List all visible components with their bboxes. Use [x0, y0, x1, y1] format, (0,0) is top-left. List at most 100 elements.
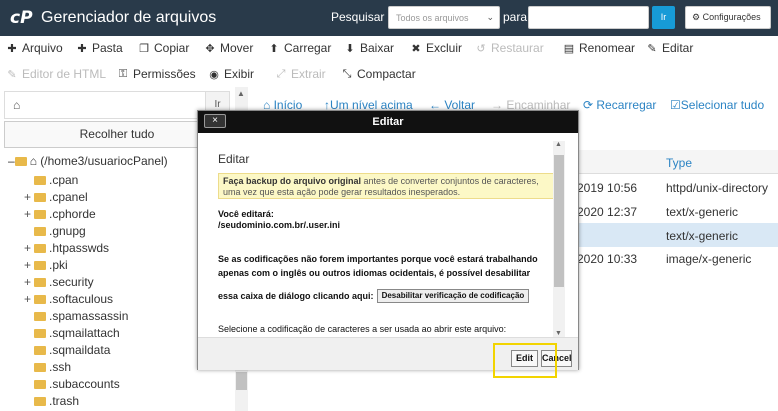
dialog-body: Editar Faça backup do arquivo original a… — [206, 141, 566, 337]
row-type: httpd/unix-directory — [666, 181, 769, 195]
tree-folder[interactable]: + .htpasswds — [24, 240, 109, 256]
highlight-annotation — [493, 343, 557, 378]
scroll-up-icon[interactable]: ▲ — [237, 89, 245, 98]
tree-folder[interactable]: + .pki — [24, 257, 68, 273]
tree-root[interactable]: – ⌂ (/home3/usuariocPanel) — [8, 154, 168, 168]
warning-bold: Faça backup do arquivo original — [223, 176, 362, 186]
gear-icon: ⚙ — [692, 12, 703, 22]
tree-root-label: (/home3/usuariocPanel) — [40, 154, 168, 168]
refresh-icon: ⟳ — [583, 98, 597, 112]
search-input[interactable] — [528, 6, 649, 29]
settings-label: Configurações — [702, 12, 761, 22]
plus-icon: ✚ — [77, 42, 87, 55]
extract-button[interactable]: ⤢ Extrair — [274, 64, 326, 84]
new-folder-button[interactable]: ✚ Pasta — [75, 38, 122, 58]
row-date: 2019 10:56 — [577, 181, 638, 195]
row-date: 2020 12:37 — [577, 205, 638, 219]
download-icon: ⬇ — [345, 42, 355, 55]
edit-dialog: Editar × Editar Faça backup do arquivo o… — [197, 110, 579, 370]
html-editor-button[interactable]: ✎ Editor de HTML — [5, 64, 106, 84]
tree-folder[interactable]: .spamassassin — [34, 308, 128, 324]
restore-button[interactable]: ↺ Restaurar — [474, 38, 543, 58]
minus-icon: – — [8, 154, 15, 168]
tree-folder[interactable]: + .cphorde — [24, 206, 96, 222]
info-line-3: essa caixa de diálogo clicando aqui: Desa… — [218, 289, 530, 303]
folder-icon — [34, 227, 46, 236]
tree-folder[interactable]: + .softaculous — [24, 291, 113, 307]
permissions-button[interactable]: ⚿ Permissões — [116, 64, 196, 84]
tree-folder[interactable]: .ssh — [34, 359, 71, 375]
nav-reload[interactable]: ⟳ Recarregar — [583, 98, 656, 112]
plus-icon: ✚ — [7, 42, 17, 55]
expand-icon: ⤢ — [276, 67, 286, 80]
folder-icon — [34, 346, 46, 355]
new-file-button[interactable]: ✚ Arquivo — [5, 38, 62, 58]
tree-folder[interactable]: .sqmailattach — [34, 325, 120, 341]
plus-icon[interactable]: + — [24, 206, 34, 222]
move-icon: ✥ — [205, 42, 215, 55]
disable-encoding-check-button[interactable]: Desabilitar verificação de codificação — [376, 289, 530, 303]
top-bar: cP Gerenciador de arquivos Pesquisar Tod… — [0, 0, 778, 36]
scrollbar-thumb[interactable] — [236, 372, 247, 390]
cpanel-logo-icon: cP — [10, 8, 33, 28]
tree-folder[interactable]: + .security — [24, 274, 94, 290]
warning-box: Faça backup do arquivo original antes de… — [218, 173, 554, 199]
tree-folder[interactable]: .subaccounts — [34, 376, 120, 392]
editing-path: /seudominio.com.br/.user.ini — [218, 220, 341, 230]
scroll-down-icon[interactable]: ▼ — [555, 330, 562, 337]
folder-icon — [34, 278, 46, 287]
move-button[interactable]: ✥ Mover — [203, 38, 253, 58]
delete-button[interactable]: ✖ Excluir — [409, 38, 462, 58]
folder-icon — [34, 244, 46, 253]
tree-folder[interactable]: .sqmaildata — [34, 342, 110, 358]
tree-folder[interactable]: + .cpanel — [24, 189, 88, 205]
download-button[interactable]: ⬇ Baixar — [343, 38, 394, 58]
copy-button[interactable]: ❐ Copiar — [137, 38, 189, 58]
plus-icon[interactable]: + — [24, 274, 34, 290]
tree-folder[interactable]: .gnupg — [34, 223, 86, 239]
compress-button[interactable]: ⤡ Compactar — [340, 64, 416, 84]
tree-folder[interactable]: .trash — [34, 393, 79, 409]
dialog-header: Editar — [198, 111, 578, 133]
upload-icon: ⬆ — [269, 42, 279, 55]
view-button[interactable]: ◉ Exibir — [207, 64, 254, 84]
type-column-header[interactable]: Type — [666, 156, 692, 170]
folder-icon — [14, 157, 27, 166]
scrollbar-thumb[interactable] — [554, 155, 564, 287]
app-title: Gerenciador de arquivos — [41, 9, 217, 26]
undo-icon: ↺ — [476, 42, 486, 55]
plus-icon[interactable]: + — [24, 291, 34, 307]
folder-icon — [34, 261, 46, 270]
plus-icon[interactable]: + — [24, 257, 34, 273]
home-icon: ⌂ — [13, 98, 21, 112]
folder-icon — [34, 312, 46, 321]
search-scope-value: Todos os arquivos — [396, 13, 469, 23]
rename-button[interactable]: ▤ Renomear — [562, 38, 635, 58]
dialog-close-button[interactable]: × — [204, 114, 226, 128]
checkbox-icon: ☑ — [670, 98, 681, 112]
home-icon: ⌂ — [29, 154, 37, 168]
scroll-up-icon[interactable]: ▲ — [555, 141, 562, 148]
plus-icon[interactable]: + — [24, 189, 34, 205]
row-type: text/x-generic — [666, 205, 739, 219]
row-type: text/x-generic — [666, 229, 739, 243]
settings-button[interactable]: ⚙ Configurações — [685, 6, 771, 29]
edit-button[interactable]: ✎ Editar — [645, 38, 693, 58]
folder-icon — [34, 380, 46, 389]
for-label: para — [503, 10, 528, 24]
folder-icon — [34, 397, 46, 406]
edit-square-icon: ✎ — [7, 68, 17, 81]
tree-folder[interactable]: .cpan — [34, 172, 78, 188]
nav-select-all[interactable]: ☑Selecionar tudo — [670, 98, 764, 112]
dialog-scrollbar[interactable]: ▲ ▼ — [553, 141, 565, 337]
close-icon: ✖ — [411, 42, 421, 55]
row-type: image/x-generic — [666, 252, 752, 266]
search-scope-select[interactable]: Todos os arquivos ⌄ — [388, 6, 500, 29]
key-icon: ⚿ — [118, 67, 128, 80]
upload-button[interactable]: ⬆ Carregar — [267, 38, 331, 58]
search-go-button[interactable]: Ir — [652, 6, 675, 29]
eye-icon: ◉ — [209, 68, 219, 81]
folder-icon — [34, 363, 46, 372]
chevron-down-icon: ⌄ — [486, 12, 494, 22]
plus-icon[interactable]: + — [24, 240, 34, 256]
